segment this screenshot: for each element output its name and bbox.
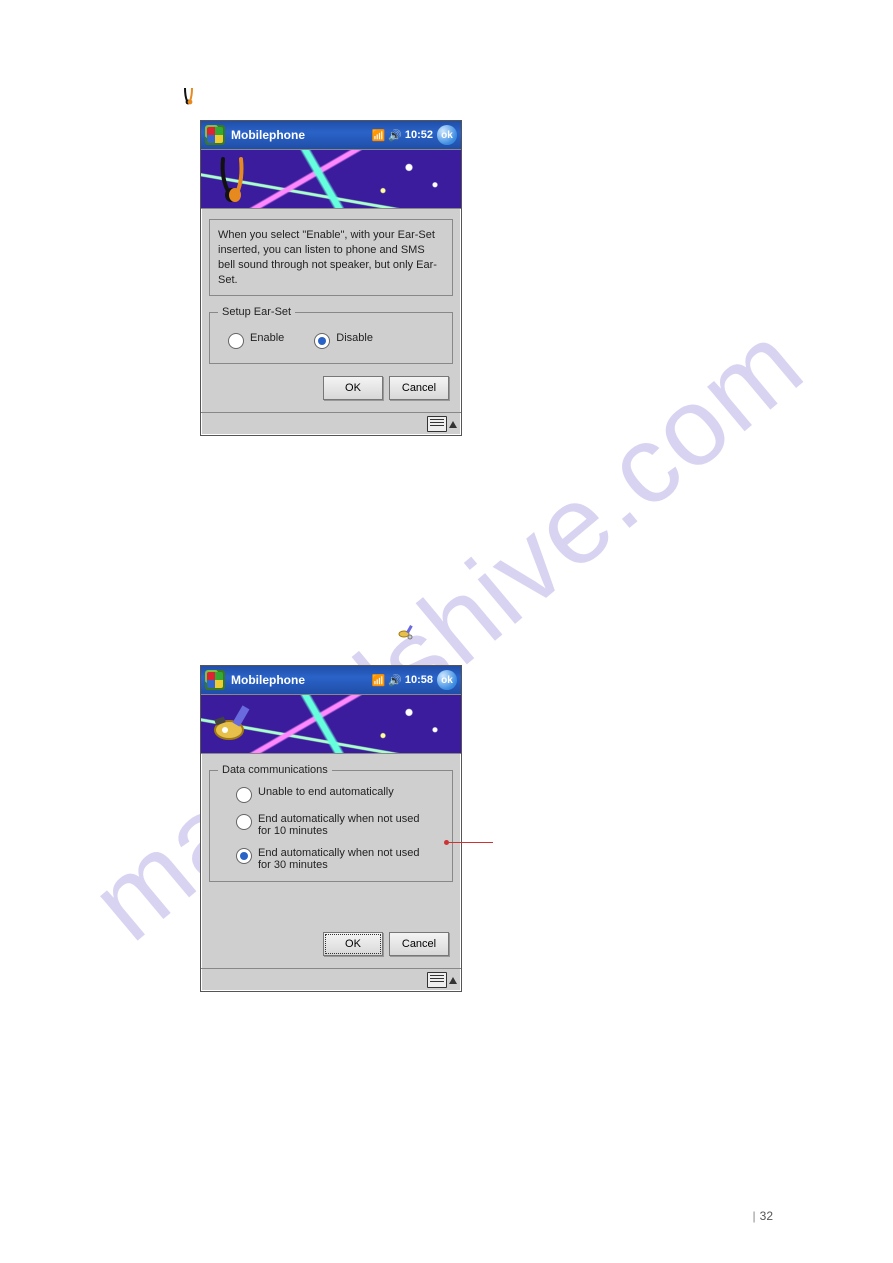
input-panel-bar (201, 968, 461, 991)
radio-end-30min[interactable]: End automatically when not used for 30 m… (236, 847, 444, 871)
radio-enable-label: Enable (250, 332, 284, 344)
banner-satellite-icon (211, 700, 261, 748)
speaker-icon (388, 129, 402, 142)
earset-icon (180, 86, 200, 106)
page-number: |32 (753, 1209, 773, 1223)
clock: 10:52 (405, 129, 433, 141)
satellite-icon (397, 622, 417, 642)
start-icon[interactable] (205, 125, 225, 145)
radio-label-1: Unable to end automatically (258, 786, 394, 798)
screenshot-earset: Mobilephone 10:52 ok When you sele (200, 120, 462, 436)
status-area: 10:52 (371, 129, 433, 142)
clock: 10:58 (405, 674, 433, 686)
input-panel-bar (201, 412, 461, 435)
ok-button[interactable]: ok (437, 670, 457, 690)
radio-label-2: End automatically when not used for 10 m… (258, 813, 428, 837)
ok-button[interactable]: OK (323, 932, 383, 956)
banner-earset-icon (211, 155, 261, 203)
cancel-button[interactable]: Cancel (389, 932, 449, 956)
radio-label-3: End automatically when not used for 30 m… (258, 847, 428, 871)
titlebar: Mobilephone 10:58 ok (201, 666, 461, 694)
sip-up-icon[interactable] (449, 977, 457, 984)
window-title: Mobilephone (231, 673, 371, 687)
speaker-icon (388, 674, 402, 687)
radio-disable-label: Disable (336, 332, 373, 344)
radio-disable[interactable]: Disable (314, 332, 373, 349)
keyboard-icon[interactable] (427, 972, 447, 988)
sip-up-icon[interactable] (449, 421, 457, 428)
screenshot-datacomm: Mobilephone 10:58 ok Data communic (200, 665, 462, 992)
info-text: When you select "Enable", with your Ear-… (218, 228, 444, 287)
setup-earset-group: Setup Ear-Set Enable Disable (209, 306, 453, 364)
data-comm-group: Data communications Unable to end automa… (209, 764, 453, 882)
keyboard-icon[interactable] (427, 416, 447, 432)
radio-enable[interactable]: Enable (228, 332, 284, 349)
signal-icon (371, 674, 385, 687)
callout-line (449, 842, 493, 843)
window-title: Mobilephone (231, 128, 371, 142)
titlebar: Mobilephone 10:52 ok (201, 121, 461, 149)
status-area: 10:58 (371, 674, 433, 687)
info-panel: When you select "Enable", with your Ear-… (209, 219, 453, 296)
cancel-button[interactable]: Cancel (389, 376, 449, 400)
ok-button[interactable]: ok (437, 125, 457, 145)
ok-button[interactable]: OK (323, 376, 383, 400)
signal-icon (371, 129, 385, 142)
banner (201, 149, 461, 209)
banner (201, 694, 461, 754)
radio-unable-end[interactable]: Unable to end automatically (236, 786, 444, 803)
radio-end-10min[interactable]: End automatically when not used for 10 m… (236, 813, 444, 837)
start-icon[interactable] (205, 670, 225, 690)
group-legend: Setup Ear-Set (218, 306, 295, 318)
group-legend: Data communications (218, 764, 332, 776)
